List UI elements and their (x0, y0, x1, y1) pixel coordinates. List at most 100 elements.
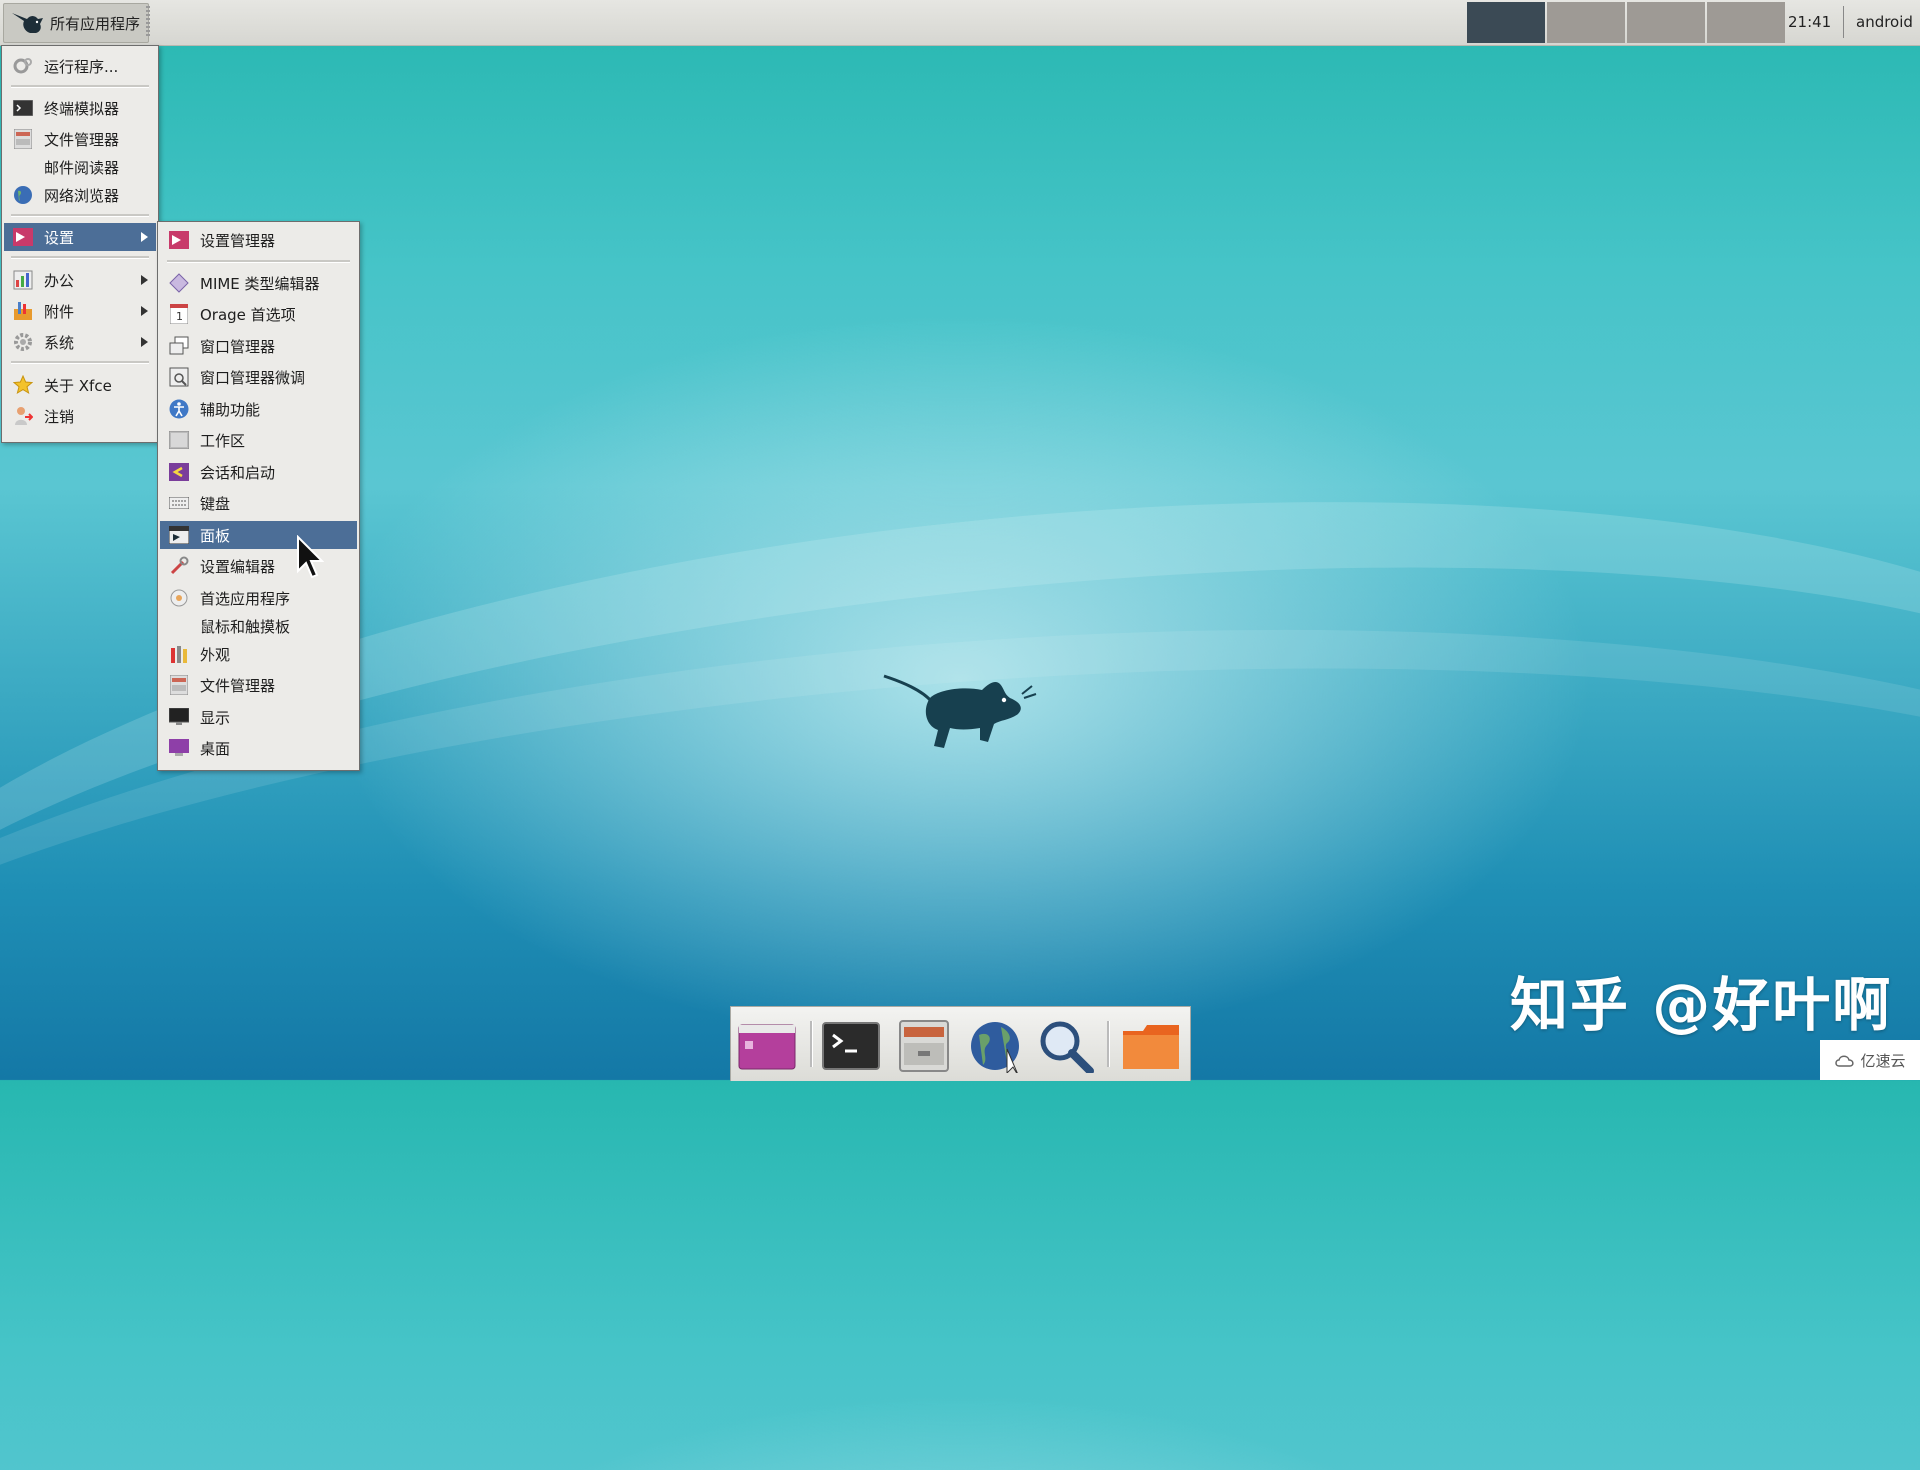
workspace-2[interactable] (1547, 2, 1625, 43)
menu-item-window-tweaks[interactable]: 窗口管理器微调 (160, 363, 357, 391)
panel-icon (169, 525, 189, 545)
menu-item-file-manager-settings[interactable]: 文件管理器 (160, 671, 357, 699)
menu-item-label: 注销 (44, 407, 75, 426)
menu-item-session-startup[interactable]: 会话和启动 (160, 458, 357, 486)
menu-item-mime-editor[interactable]: MIME 类型编辑器 (160, 269, 357, 297)
accessibility-icon (169, 399, 189, 419)
menu-item-keyboard[interactable]: 键盘 (160, 489, 357, 517)
top-panel: 所有应用程序 21:41 android (0, 0, 1920, 46)
menu-item-system[interactable]: 系统 (4, 328, 156, 356)
menu-item-web-browser[interactable]: 网络浏览器 (4, 181, 156, 209)
star-icon (13, 375, 33, 395)
office-icon (13, 270, 33, 290)
menu-item-label: 窗口管理器 (200, 337, 276, 356)
session-icon (169, 462, 189, 482)
menu-item-label: 面板 (200, 526, 231, 545)
menu-item-settings[interactable]: 设置 (4, 223, 156, 251)
menu-item-label: 鼠标和触摸板 (200, 617, 291, 636)
menu-item-label: 邮件阅读器 (44, 158, 120, 177)
menu-item-label: 窗口管理器微调 (200, 368, 306, 387)
keyboard-icon (169, 493, 189, 513)
menu-item-label: 首选应用程序 (200, 589, 291, 608)
menu-item-label: MIME 类型编辑器 (200, 274, 320, 293)
workspace-4[interactable] (1707, 2, 1785, 43)
menu-item-mouse-touchpad[interactable]: 鼠标和触摸板 (160, 612, 357, 640)
file-manager-icon[interactable] (894, 1019, 954, 1073)
settings-submenu: 设置管理器 MIME 类型编辑器 1 Orage 首选项 窗口管理器 窗口管理器… (157, 221, 360, 771)
menu-item-accessories[interactable]: 附件 (4, 297, 156, 325)
run-icon (13, 56, 33, 76)
svg-text:1: 1 (176, 310, 183, 323)
submenu-arrow-icon (141, 337, 148, 347)
xfce-mascot-icon (883, 674, 1037, 748)
menu-item-label: 运行程序... (44, 57, 119, 76)
menu-item-run[interactable]: 运行程序... (4, 52, 156, 80)
folder-icon[interactable] (1121, 1019, 1181, 1073)
menu-item-panel[interactable]: 面板 (160, 521, 357, 549)
menu-item-label: 系统 (44, 333, 75, 352)
menu-item-settings-manager[interactable]: 设置管理器 (160, 226, 357, 254)
preferred-apps-icon (169, 588, 189, 608)
workspace-switcher (1467, 2, 1785, 43)
panel-handle[interactable] (146, 6, 150, 38)
menu-item-office[interactable]: 办公 (4, 266, 156, 294)
menu-item-label: 键盘 (200, 494, 231, 513)
menu-item-label: 工作区 (200, 431, 246, 450)
terminal-icon[interactable] (821, 1019, 881, 1073)
menu-item-workspaces[interactable]: 工作区 (160, 426, 357, 454)
submenu-arrow-icon (141, 232, 148, 242)
workspace-icon (169, 430, 189, 450)
menu-separator (167, 260, 350, 263)
menu-item-label: 设置编辑器 (200, 557, 276, 576)
menu-separator (11, 85, 149, 88)
menu-item-settings-editor[interactable]: 设置编辑器 (160, 552, 357, 580)
user-name[interactable]: android (1856, 0, 1913, 45)
panel-separator (1843, 6, 1844, 38)
menu-item-label: 设置 (44, 228, 75, 247)
menu-item-file-manager[interactable]: 文件管理器 (4, 125, 156, 153)
menu-item-accessibility[interactable]: 辅助功能 (160, 395, 357, 423)
menu-item-label: 办公 (44, 271, 75, 290)
window-tweaks-icon (169, 367, 189, 387)
menu-item-label: 桌面 (200, 739, 231, 758)
menu-item-desktop[interactable]: 桌面 (160, 734, 357, 762)
menu-item-label: 会话和启动 (200, 463, 276, 482)
window-manager-icon (169, 336, 189, 356)
applications-menu-button[interactable]: 所有应用程序 (3, 3, 150, 43)
workspace-3[interactable] (1627, 2, 1705, 43)
menu-item-label: 终端模拟器 (44, 99, 120, 118)
menu-item-label: 显示 (200, 708, 231, 727)
system-gear-icon (13, 332, 33, 352)
menu-item-preferred-applications[interactable]: 首选应用程序 (160, 584, 357, 612)
clock[interactable]: 21:41 (1788, 0, 1831, 45)
app-finder-icon[interactable] (1036, 1019, 1096, 1073)
display-icon (169, 707, 189, 727)
menu-item-logout[interactable]: 注销 (4, 402, 156, 430)
menu-item-about-xfce[interactable]: 关于 Xfce (4, 371, 156, 399)
menu-separator (11, 361, 149, 364)
menu-item-window-manager[interactable]: 窗口管理器 (160, 332, 357, 360)
menu-item-appearance[interactable]: 外观 (160, 640, 357, 668)
show-desktop-icon[interactable] (737, 1019, 797, 1073)
menu-item-terminal[interactable]: 终端模拟器 (4, 94, 156, 122)
accessories-icon (13, 301, 33, 321)
menu-item-mail-reader[interactable]: 邮件阅读器 (4, 153, 156, 181)
file-manager-icon (13, 129, 33, 149)
file-manager-icon (169, 675, 189, 695)
submenu-arrow-icon (141, 275, 148, 285)
applications-menu-label: 所有应用程序 (50, 14, 141, 33)
xfce-mouse-icon (12, 13, 43, 33)
menu-item-label: 辅助功能 (200, 400, 261, 419)
menu-item-display[interactable]: 显示 (160, 703, 357, 731)
web-browser-icon[interactable] (967, 1019, 1027, 1073)
logout-icon (13, 406, 33, 426)
menu-item-label: 附件 (44, 302, 75, 321)
desktop-icon (169, 738, 189, 758)
badge-label: 亿速云 (1860, 1051, 1906, 1070)
settings-editor-icon (169, 556, 189, 576)
menu-item-label: 文件管理器 (200, 676, 276, 695)
menu-item-orage-preferences[interactable]: 1 Orage 首选项 (160, 300, 357, 328)
mime-icon (169, 273, 189, 293)
globe-icon (13, 185, 33, 205)
workspace-1[interactable] (1467, 2, 1545, 43)
